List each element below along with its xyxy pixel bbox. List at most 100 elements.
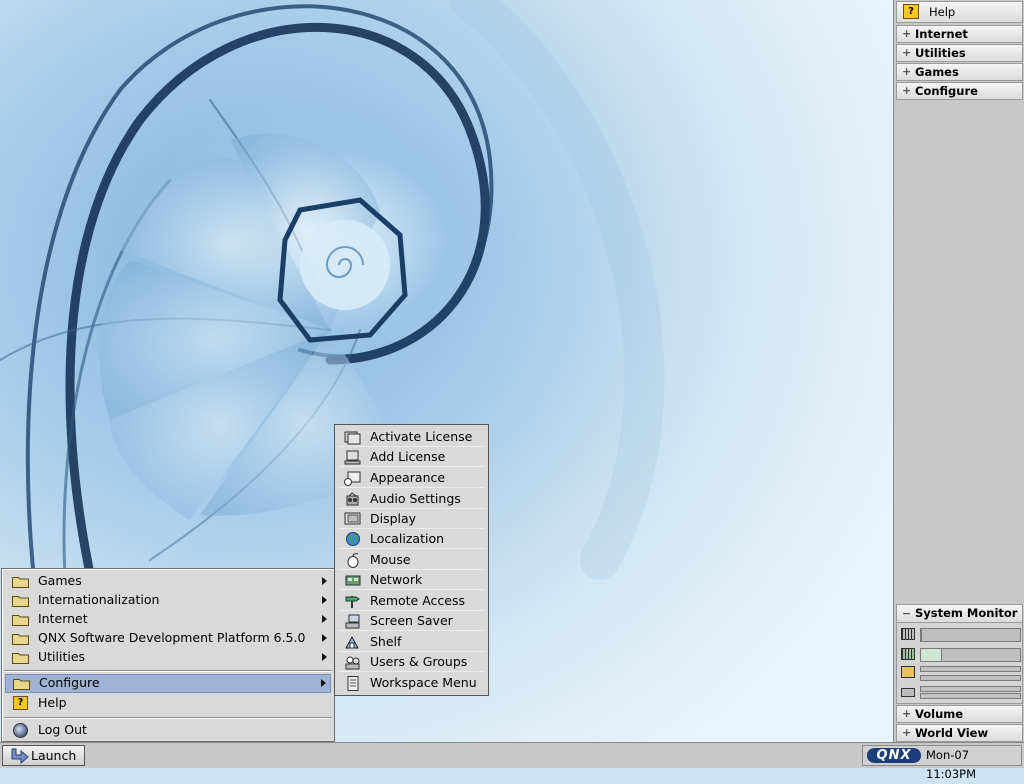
system-tray: QNX Mon-07 11:03PM — [862, 745, 1022, 781]
system-monitor-title: System Monitor — [915, 606, 1018, 620]
launch-button-label: Launch — [31, 748, 77, 763]
shelf-group-games[interactable]: + Games — [896, 63, 1023, 81]
config-item-display[interactable]: Display — [339, 509, 484, 529]
launch-menu: Games Internationalization Internet QNX … — [1, 568, 335, 742]
cpu-chip-icon — [901, 628, 915, 640]
launch-item-label: Internet — [38, 611, 88, 626]
qnx-logo[interactable]: QNX — [867, 748, 921, 763]
display-icon — [344, 512, 361, 525]
launch-item-help[interactable]: ? Help — [5, 694, 331, 713]
config-item-label: Localization — [370, 531, 445, 546]
launch-arrow-icon — [11, 748, 29, 764]
system-monitor-panel: − System Monitor — [896, 604, 1023, 704]
config-item-label: Remote Access — [370, 593, 465, 608]
shelf-group-internet[interactable]: + Internet — [896, 25, 1023, 43]
config-item-label: Mouse — [370, 552, 411, 567]
config-item-label: Audio Settings — [370, 491, 461, 506]
appearance-icon — [344, 471, 361, 486]
expand-plus-icon: + — [902, 84, 912, 97]
shelf-panel: ? Help + Internet + Utilities + Games + … — [893, 0, 1024, 742]
users-icon — [345, 656, 360, 670]
shelf-icon — [345, 635, 359, 649]
help-icon: ? — [903, 4, 919, 19]
launch-item-games[interactable]: Games — [5, 572, 331, 591]
launch-item-logout[interactable]: Log Out — [5, 721, 331, 740]
config-item-label: Add License — [370, 449, 446, 464]
launch-button[interactable]: Launch — [2, 745, 85, 766]
config-item-label: Appearance — [370, 470, 446, 485]
launch-item-internet[interactable]: Internet — [5, 610, 331, 629]
submenu-arrow-icon — [322, 577, 327, 585]
network-out-bar — [920, 675, 1021, 681]
memory-usage-bar — [920, 648, 1021, 662]
folder-icon — [12, 577, 29, 588]
config-item-users-groups[interactable]: Users & Groups — [339, 652, 484, 672]
expand-plus-icon: + — [902, 726, 912, 739]
config-item-appearance[interactable]: Appearance — [339, 468, 484, 488]
shelf-group-label: Games — [915, 65, 959, 79]
launch-item-qnx-sdp[interactable]: QNX Software Development Platform 6.5.0 — [5, 629, 331, 648]
config-item-add-license[interactable]: Add License — [339, 447, 484, 467]
config-item-screen-saver[interactable]: Screen Saver — [339, 611, 484, 631]
launch-item-label: Log Out — [38, 722, 87, 737]
folder-icon — [13, 679, 30, 690]
system-monitor-header[interactable]: − System Monitor — [897, 605, 1022, 623]
network-in-bar — [920, 666, 1021, 672]
shelf-help-button[interactable]: ? Help — [896, 1, 1023, 23]
submenu-arrow-icon — [322, 634, 327, 642]
expand-plus-icon: + — [902, 707, 912, 720]
config-item-label: Screen Saver — [370, 613, 453, 628]
taskbar: Launch QNX Mon-07 11:03PM — [0, 742, 1024, 781]
shelf-volume-label: Volume — [915, 707, 964, 721]
mouse-icon — [347, 553, 359, 568]
expand-plus-icon: + — [902, 65, 912, 78]
folder-icon — [12, 634, 29, 645]
disk-monitor-row — [900, 685, 1021, 701]
expand-plus-icon: + — [902, 46, 912, 59]
config-item-shelf[interactable]: Shelf — [339, 632, 484, 652]
config-item-network[interactable]: Network — [339, 570, 484, 590]
clock[interactable]: Mon-07 11:03PM — [926, 746, 1021, 784]
disk-read-bar — [920, 686, 1021, 692]
config-item-audio-settings[interactable]: Audio Settings — [339, 489, 484, 509]
config-item-label: Network — [370, 572, 423, 587]
shelf-group-label: Utilities — [915, 46, 966, 60]
network-icon — [901, 666, 915, 678]
remote-access-icon — [345, 596, 360, 608]
memory-usage-fill — [921, 649, 942, 661]
folder-icon — [12, 615, 29, 626]
shelf-group-world-view[interactable]: + World View — [896, 724, 1023, 742]
config-item-remote-access[interactable]: Remote Access — [339, 591, 484, 611]
config-item-localization[interactable]: Localization — [339, 529, 484, 549]
memory-chip-icon — [901, 648, 915, 660]
config-item-workspace-menu[interactable]: Workspace Menu — [339, 673, 484, 693]
launch-item-label: Utilities — [38, 649, 86, 664]
screen-saver-icon — [345, 614, 360, 629]
launch-item-utilities[interactable]: Utilities — [5, 648, 331, 667]
shelf-group-configure[interactable]: + Configure — [896, 82, 1023, 100]
memory-monitor-row — [900, 647, 1021, 663]
shelf-group-utilities[interactable]: + Utilities — [896, 44, 1023, 62]
submenu-arrow-icon — [322, 653, 327, 661]
launch-item-internationalization[interactable]: Internationalization — [5, 591, 331, 610]
launch-item-label: Help — [38, 695, 67, 710]
launch-item-label: Configure — [39, 675, 100, 690]
globe-icon — [346, 532, 360, 546]
disk-icon — [901, 688, 915, 697]
cpu-usage-fill — [921, 629, 922, 641]
config-item-label: Users & Groups — [370, 654, 468, 669]
cpu-monitor-row — [900, 627, 1021, 643]
folder-icon — [12, 653, 29, 664]
shelf-group-volume[interactable]: + Volume — [896, 705, 1023, 723]
launch-item-configure[interactable]: Configure — [5, 674, 331, 693]
shelf-help-label: Help — [929, 5, 956, 19]
config-item-label: Shelf — [370, 634, 402, 649]
logout-icon — [13, 723, 28, 738]
shelf-world-view-label: World View — [915, 726, 989, 740]
shelf-group-label: Internet — [915, 27, 968, 41]
configure-submenu: Activate License Add License Appearance … — [334, 424, 489, 696]
config-item-mouse[interactable]: Mouse — [339, 550, 484, 570]
launch-item-label: QNX Software Development Platform 6.5.0 — [38, 630, 306, 645]
config-item-activate-license[interactable]: Activate License — [339, 427, 484, 447]
help-icon: ? — [13, 696, 28, 710]
